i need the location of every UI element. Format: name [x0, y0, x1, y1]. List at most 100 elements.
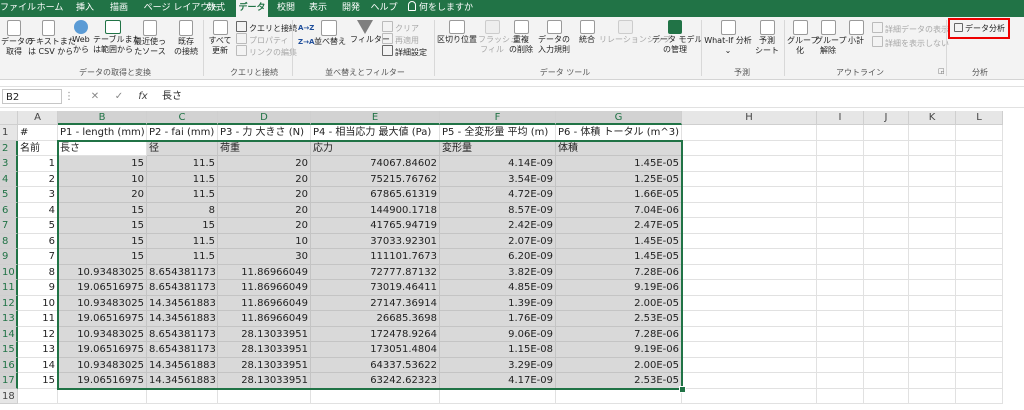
cell-l5[interactable] — [956, 187, 1003, 203]
cell-c3[interactable]: 11.5 — [147, 156, 218, 172]
tab-developer[interactable]: 開発 — [338, 0, 364, 17]
cell-h18[interactable] — [682, 388, 817, 404]
cell-l13[interactable] — [956, 311, 1003, 327]
cell-i13[interactable] — [817, 311, 864, 327]
hide-detail-button[interactable]: 詳細を表示しない — [872, 36, 949, 49]
cell-f1[interactable]: P5 - 全変形量 平均 (m) — [440, 125, 556, 141]
filter-button[interactable]: フィルター — [350, 20, 390, 45]
cell-f10[interactable]: 3.82E-09 — [440, 264, 556, 280]
cell-i16[interactable] — [817, 357, 864, 373]
cell-h10[interactable] — [682, 264, 817, 280]
cell-l16[interactable] — [956, 357, 1003, 373]
tab-help[interactable]: ヘルプ — [370, 0, 398, 17]
cell-h15[interactable] — [682, 342, 817, 358]
cell-j5[interactable] — [864, 187, 909, 203]
cell-c14[interactable]: 8.654381173 — [147, 326, 218, 342]
tab-draw[interactable]: 描画 — [106, 0, 132, 17]
cell-j8[interactable] — [864, 233, 909, 249]
name-box[interactable]: B2 — [2, 89, 62, 104]
cell-l9[interactable] — [956, 249, 1003, 265]
row-header-16[interactable]: 16 — [0, 357, 18, 373]
cell-h12[interactable] — [682, 295, 817, 311]
cell-f2[interactable]: 変形量 — [440, 140, 556, 156]
cell-e8[interactable]: 37033.92301 — [311, 233, 440, 249]
cell-f12[interactable]: 1.39E-09 — [440, 295, 556, 311]
column-header-j[interactable]: J — [864, 111, 909, 125]
cell-h17[interactable] — [682, 373, 817, 389]
cell-i10[interactable] — [817, 264, 864, 280]
column-header-k[interactable]: K — [909, 111, 956, 125]
cell-f7[interactable]: 2.42E-09 — [440, 218, 556, 234]
cell-l1[interactable] — [956, 125, 1003, 141]
cell-f6[interactable]: 8.57E-09 — [440, 202, 556, 218]
cell-c8[interactable]: 11.5 — [147, 233, 218, 249]
cell-j14[interactable] — [864, 326, 909, 342]
cell-a7[interactable]: 5 — [18, 218, 58, 234]
cell-b4[interactable]: 10 — [58, 171, 147, 187]
row-header-13[interactable]: 13 — [0, 311, 18, 327]
row-header-7[interactable]: 7 — [0, 218, 18, 234]
cell-b5[interactable]: 20 — [58, 187, 147, 203]
cell-i11[interactable] — [817, 280, 864, 296]
cell-g17[interactable]: 2.53E-05 — [556, 373, 682, 389]
cell-l12[interactable] — [956, 295, 1003, 311]
cell-b11[interactable]: 19.06516975 — [58, 280, 147, 296]
cell-i6[interactable] — [817, 202, 864, 218]
cell-b12[interactable]: 10.93483025 — [58, 295, 147, 311]
cell-a3[interactable]: 1 — [18, 156, 58, 172]
cell-h3[interactable] — [682, 156, 817, 172]
ungroup-button[interactable]: グループ 解除 — [815, 20, 847, 56]
cell-e3[interactable]: 74067.84602 — [311, 156, 440, 172]
cell-h16[interactable] — [682, 357, 817, 373]
cell-j10[interactable] — [864, 264, 909, 280]
cell-k6[interactable] — [909, 202, 956, 218]
column-header-i[interactable]: I — [817, 111, 864, 125]
cell-b15[interactable]: 19.06516975 — [58, 342, 147, 358]
cell-f16[interactable]: 3.29E-09 — [440, 357, 556, 373]
cell-e15[interactable]: 173051.4804 — [311, 342, 440, 358]
cell-f13[interactable]: 1.76E-09 — [440, 311, 556, 327]
cell-g3[interactable]: 1.45E-05 — [556, 156, 682, 172]
cell-k18[interactable] — [909, 388, 956, 404]
cell-a8[interactable]: 6 — [18, 233, 58, 249]
cell-d16[interactable]: 28.13033951 — [218, 357, 311, 373]
row-header-17[interactable]: 17 — [0, 373, 18, 389]
insert-function-icon[interactable]: fx — [134, 89, 152, 104]
forecast-sheet-button[interactable]: 予測 シート — [754, 20, 780, 56]
cell-g12[interactable]: 2.00E-05 — [556, 295, 682, 311]
row-header-1[interactable]: 1 — [0, 125, 18, 141]
cell-l8[interactable] — [956, 233, 1003, 249]
cell-g15[interactable]: 9.19E-06 — [556, 342, 682, 358]
cell-e13[interactable]: 26685.3698 — [311, 311, 440, 327]
cell-j4[interactable] — [864, 171, 909, 187]
cell-h7[interactable] — [682, 218, 817, 234]
cell-c11[interactable]: 8.654381173 — [147, 280, 218, 296]
cell-j7[interactable] — [864, 218, 909, 234]
column-header-h[interactable]: H — [682, 111, 817, 125]
sort-asc-button[interactable]: A→Z — [298, 23, 314, 33]
cell-k13[interactable] — [909, 311, 956, 327]
cell-l4[interactable] — [956, 171, 1003, 187]
cell-d2[interactable]: 荷重 — [218, 140, 311, 156]
cell-l15[interactable] — [956, 342, 1003, 358]
cell-e7[interactable]: 41765.94719 — [311, 218, 440, 234]
cell-k10[interactable] — [909, 264, 956, 280]
cell-c4[interactable]: 11.5 — [147, 171, 218, 187]
cell-c16[interactable]: 14.34561883 — [147, 357, 218, 373]
cell-c6[interactable]: 8 — [147, 202, 218, 218]
cell-a5[interactable]: 3 — [18, 187, 58, 203]
cell-k8[interactable] — [909, 233, 956, 249]
flash-fill-button[interactable]: フラッシュ フィル — [478, 20, 518, 55]
cell-c13[interactable]: 14.34561883 — [147, 311, 218, 327]
cell-a16[interactable]: 14 — [18, 357, 58, 373]
recent-sources-button[interactable]: 最近使っ たソース — [134, 20, 166, 57]
cell-h6[interactable] — [682, 202, 817, 218]
from-web-button[interactable]: Web から — [70, 20, 92, 55]
cell-b14[interactable]: 10.93483025 — [58, 326, 147, 342]
cell-i14[interactable] — [817, 326, 864, 342]
cell-d7[interactable]: 20 — [218, 218, 311, 234]
cell-i1[interactable] — [817, 125, 864, 141]
row-header-18[interactable]: 18 — [0, 388, 18, 404]
fill-handle[interactable] — [679, 385, 686, 393]
cell-g4[interactable]: 1.25E-05 — [556, 171, 682, 187]
